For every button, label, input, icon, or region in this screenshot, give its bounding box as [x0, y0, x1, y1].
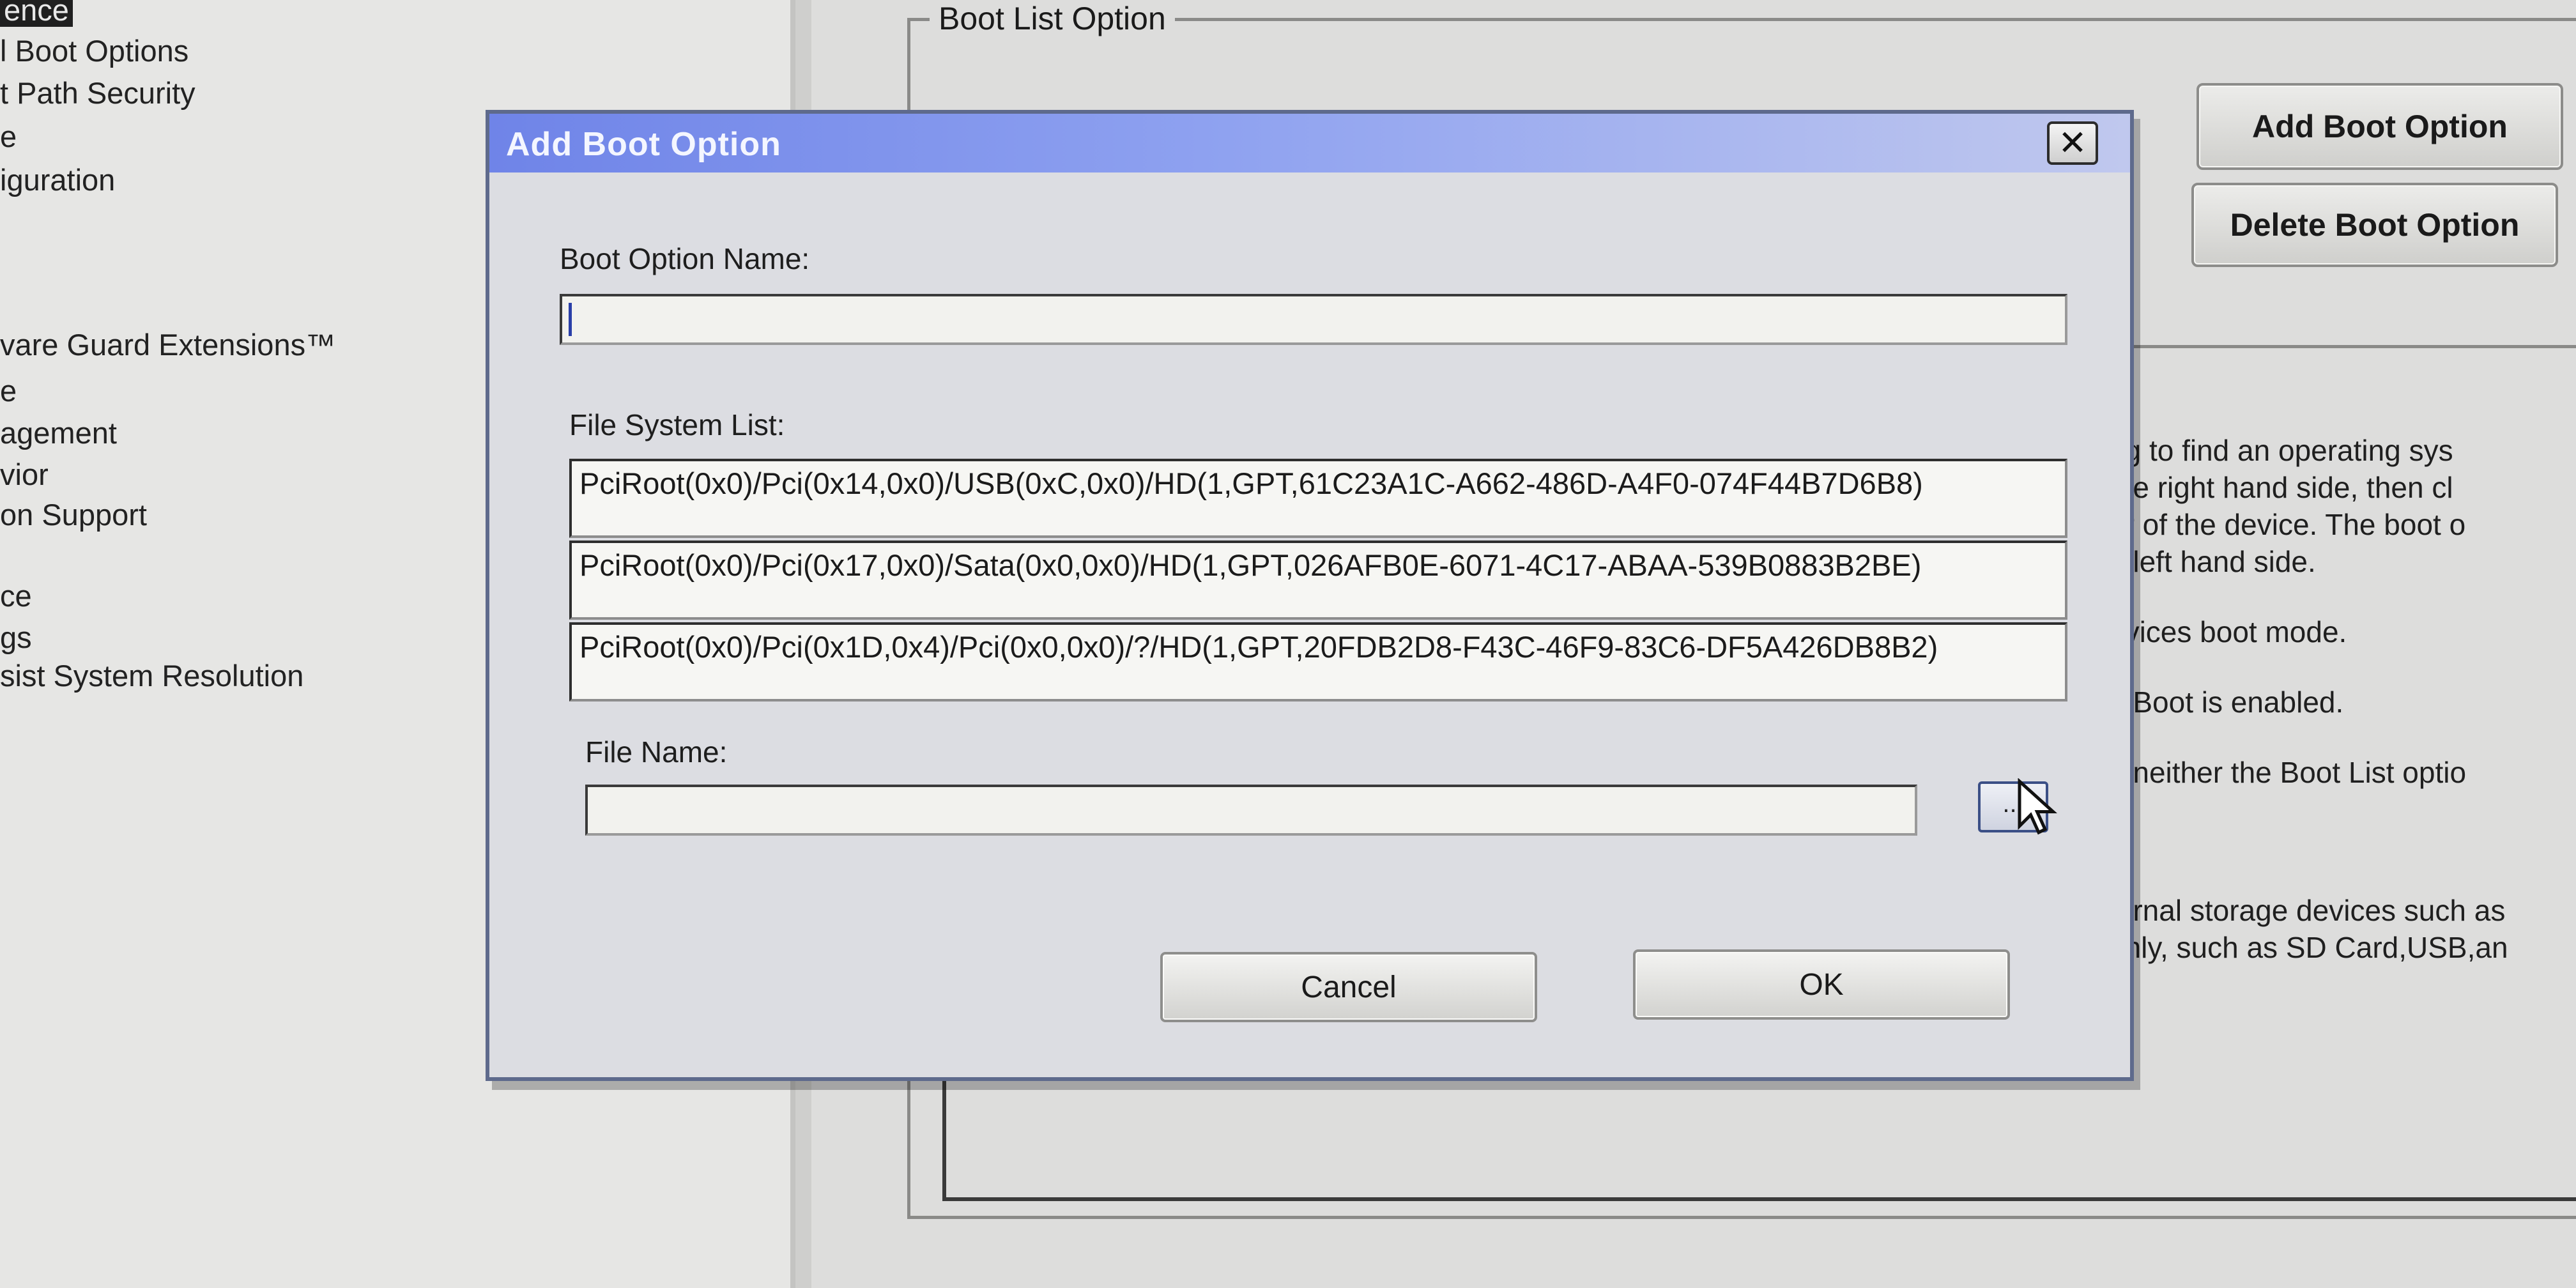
close-button[interactable]: ✕ — [2047, 121, 2098, 165]
help-text-line: e Boot is enabled. — [2108, 686, 2344, 719]
nav-item-e[interactable]: e — [0, 119, 17, 154]
help-text-line: e neither the Boot List optio — [2108, 756, 2467, 789]
nav-item-configuration[interactable]: iguration — [0, 162, 115, 197]
help-text-line: ternal storage devices such as — [2108, 894, 2506, 927]
file-name-input[interactable] — [585, 785, 1917, 836]
group-title: Boot List Option — [930, 0, 1175, 37]
nav-item-system-resolution[interactable]: sist System Resolution — [0, 658, 303, 693]
help-text-line: only, such as SD Card,USB,an — [2108, 931, 2508, 964]
nav-item-behavior[interactable]: vior — [0, 457, 49, 492]
list-item[interactable]: PciRoot(0x0)/Pci(0x14,0x0)/USB(0xC,0x0)/… — [569, 459, 2067, 538]
nav-item-path-security[interactable]: t Path Security — [0, 75, 195, 111]
file-name-label: File Name: — [585, 735, 728, 769]
add-boot-option-dialog: Add Boot Option ✕ Boot Option Name: File… — [486, 110, 2134, 1081]
text-caret — [569, 303, 572, 336]
list-item[interactable]: PciRoot(0x0)/Pci(0x1D,0x4)/Pci(0x0,0x0)/… — [569, 622, 2067, 702]
nav-item-e2[interactable]: e — [0, 373, 17, 408]
boot-option-name-input[interactable] — [560, 294, 2067, 345]
nav-item-gs[interactable]: gs — [0, 620, 32, 655]
nav-item-ce[interactable]: ce — [0, 578, 32, 613]
close-icon: ✕ — [2058, 124, 2087, 162]
cancel-button[interactable]: Cancel — [1160, 952, 1537, 1022]
nav-item-boot-options[interactable]: l Boot Options — [0, 33, 188, 68]
delete-boot-option-button[interactable]: Delete Boot Option — [2191, 183, 2558, 267]
list-item[interactable]: PciRoot(0x0)/Pci(0x17,0x0)/Sata(0x0,0x0)… — [569, 540, 2067, 620]
mouse-pointer-icon — [2018, 778, 2057, 835]
add-boot-option-button[interactable]: Add Boot Option — [2196, 83, 2563, 170]
nav-item-support[interactable]: on Support — [0, 497, 147, 532]
help-text-line: ng to find an operating sys — [2108, 434, 2453, 467]
help-text-line: evices boot mode. — [2108, 615, 2347, 648]
file-system-list[interactable]: PciRoot(0x0)/Pci(0x14,0x0)/USB(0xC,0x0)/… — [569, 459, 2067, 704]
dialog-titlebar: Add Boot Option ✕ — [489, 114, 2130, 172]
file-system-list-label: File System List: — [569, 408, 785, 441]
nav-item-guard-extensions[interactable]: vare Guard Extensions™ — [0, 327, 335, 362]
nav-item-management[interactable]: agement — [0, 415, 117, 450]
help-text-line: the right hand side, then cl — [2108, 471, 2453, 504]
nav-item-selected[interactable]: ence — [0, 0, 73, 27]
help-text-line: e left hand side. — [2108, 545, 2316, 578]
boot-sequence-listbox[interactable] — [942, 1073, 2576, 1201]
ok-button[interactable]: OK — [1633, 949, 2010, 1020]
help-text-line: er of the device. The boot o — [2108, 508, 2466, 541]
dialog-title: Add Boot Option — [506, 126, 781, 163]
boot-option-name-label: Boot Option Name: — [560, 242, 810, 275]
nav-item-label: ence — [0, 0, 73, 27]
